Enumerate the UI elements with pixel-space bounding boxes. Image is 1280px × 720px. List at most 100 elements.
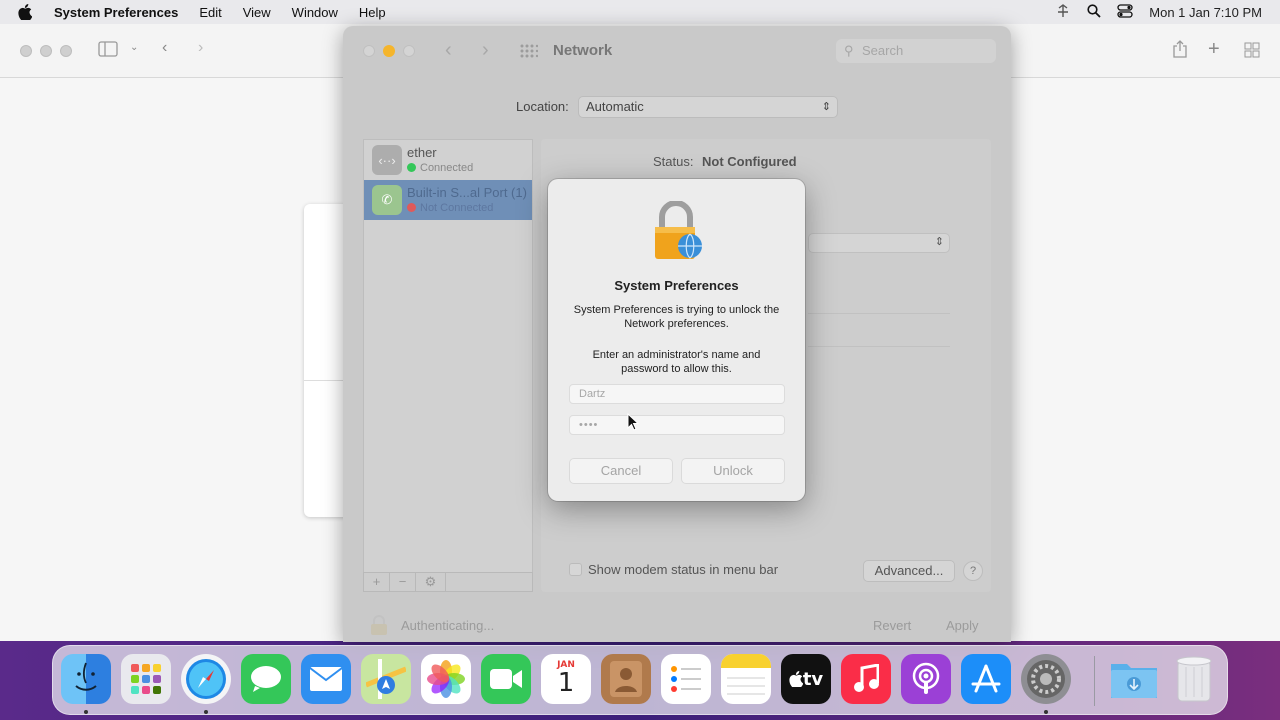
remove-service-button[interactable]: − [390, 573, 416, 591]
share-icon[interactable] [1172, 40, 1188, 63]
forward-icon[interactable]: › [198, 39, 203, 57]
service-actions-button[interactable]: ⚙ [416, 573, 446, 591]
service-list-buttons: + − ⚙ [363, 572, 533, 592]
close-button-inactive[interactable] [20, 45, 32, 57]
facetime-icon[interactable] [481, 654, 531, 704]
location-label: Location: [516, 99, 569, 114]
window-title: Network [553, 42, 613, 59]
field-divider [808, 346, 950, 347]
password-field[interactable]: •••• [569, 415, 785, 435]
tab-overview-icon[interactable] [1244, 42, 1260, 63]
menu-window[interactable]: Window [292, 5, 338, 20]
dock: JAN 1 tv [52, 645, 1228, 715]
service-item-builtin-serial-port[interactable]: ✆ Built-in S...al Port (1) Not Connected [364, 180, 532, 220]
ethernet-icon: ‹··› [372, 145, 402, 175]
dialog-instructions: Enter an administrator's name and passwo… [592, 349, 761, 375]
authentication-dialog: System Preferences System Preferences is… [548, 179, 805, 501]
service-status: Connected [407, 162, 473, 174]
menu-bar: System Preferences Edit View Window Help… [0, 0, 1280, 24]
field-divider [808, 313, 950, 314]
mouse-pointer-icon [627, 412, 640, 434]
new-tab-icon[interactable]: + [1208, 38, 1220, 61]
service-status: Not Connected [407, 202, 493, 214]
location-select[interactable]: Automatic ⇕ [578, 96, 838, 118]
messages-icon[interactable] [241, 654, 291, 704]
network-status-icon[interactable] [1055, 3, 1071, 21]
search-placeholder: Search [862, 43, 904, 58]
finder-icon[interactable] [61, 654, 111, 704]
apply-button[interactable]: Apply [946, 618, 979, 633]
apple-menu-icon[interactable] [18, 4, 36, 20]
username-field[interactable]: Dartz [569, 384, 785, 404]
revert-button[interactable]: Revert [873, 618, 911, 633]
search-field[interactable]: ⚲ Search [836, 39, 996, 63]
service-name: ether [407, 145, 437, 160]
show-all-grid-icon[interactable] [520, 44, 539, 61]
dialog-title: System Preferences [614, 278, 739, 293]
notes-icon[interactable] [721, 654, 771, 704]
downloads-folder-icon[interactable] [1109, 654, 1159, 704]
photos-icon[interactable] [421, 654, 471, 704]
back-icon[interactable]: ‹ [445, 39, 452, 62]
status-label: Status: [653, 154, 694, 169]
zoom-button-inactive[interactable] [60, 45, 72, 57]
status-dot-red [407, 203, 416, 212]
podcasts-icon[interactable] [901, 654, 951, 704]
service-item-ether[interactable]: ‹··› ether Connected [364, 140, 532, 180]
add-service-button[interactable]: + [364, 573, 390, 591]
service-list: ‹··› ether Connected ✆ Built-in S...al P… [363, 139, 533, 592]
network-window-titlebar: ‹ › Network ⚲ Search [343, 26, 1011, 76]
zoom-button[interactable] [403, 45, 415, 57]
running-indicator [1044, 710, 1048, 714]
spotlight-icon[interactable] [1087, 3, 1101, 21]
menu-app-name[interactable]: System Preferences [54, 5, 178, 20]
show-modem-status-checkbox[interactable] [569, 563, 582, 576]
minimize-button-inactive[interactable] [40, 45, 52, 57]
status-dot-green [407, 163, 416, 172]
trash-icon[interactable] [1169, 654, 1219, 704]
dialog-message: System Preferences is trying to unlock t… [573, 304, 780, 330]
configuration-select[interactable]: ⇕ [808, 233, 950, 253]
system-preferences-icon[interactable] [1021, 654, 1071, 704]
forward-icon[interactable]: › [482, 39, 489, 62]
mail-icon[interactable] [301, 654, 351, 704]
lock-icon[interactable] [368, 614, 390, 636]
lock-globe-icon [650, 200, 706, 264]
close-button[interactable] [363, 45, 375, 57]
app-store-icon[interactable] [961, 654, 1011, 704]
search-icon: ⚲ [844, 43, 854, 58]
authenticating-label: Authenticating... [401, 618, 495, 633]
dock-separator [1094, 656, 1095, 706]
safari-icon[interactable] [181, 654, 231, 704]
reminders-icon[interactable] [661, 654, 711, 704]
advanced-button[interactable]: Advanced... [863, 560, 955, 582]
contacts-icon[interactable] [601, 654, 651, 704]
cancel-button[interactable]: Cancel [569, 458, 673, 484]
menu-edit[interactable]: Edit [199, 5, 221, 20]
sidebar-toggle-icon[interactable] [98, 41, 118, 62]
chevron-updown-icon: ⇕ [821, 101, 831, 113]
chevron-down-icon[interactable]: ⌄ [130, 42, 138, 53]
maps-icon[interactable] [361, 654, 411, 704]
back-icon[interactable]: ‹ [162, 39, 167, 57]
calendar-icon[interactable]: JAN 1 [541, 654, 591, 704]
location-value: Automatic [586, 99, 644, 114]
running-indicator [84, 710, 88, 714]
calendar-day: 1 [557, 668, 575, 698]
apple-tv-icon[interactable]: tv [781, 654, 831, 704]
service-name: Built-in S...al Port (1) [407, 185, 527, 200]
music-icon[interactable] [841, 654, 891, 704]
minimize-button[interactable] [383, 45, 395, 57]
help-button[interactable]: ? [963, 561, 983, 581]
unlock-button[interactable]: Unlock [681, 458, 785, 484]
chevron-updown-icon: ⇕ [934, 236, 944, 248]
menu-help[interactable]: Help [359, 5, 386, 20]
menu-clock[interactable]: Mon 1 Jan 7:10 PM [1149, 5, 1262, 20]
apple-tv-label: tv [802, 668, 824, 690]
status-value: Not Configured [702, 154, 797, 169]
menu-view[interactable]: View [243, 5, 271, 20]
control-center-icon[interactable] [1117, 3, 1133, 21]
launchpad-icon[interactable] [121, 654, 171, 704]
running-indicator [204, 710, 208, 714]
show-modem-status-label: Show modem status in menu bar [588, 562, 779, 577]
